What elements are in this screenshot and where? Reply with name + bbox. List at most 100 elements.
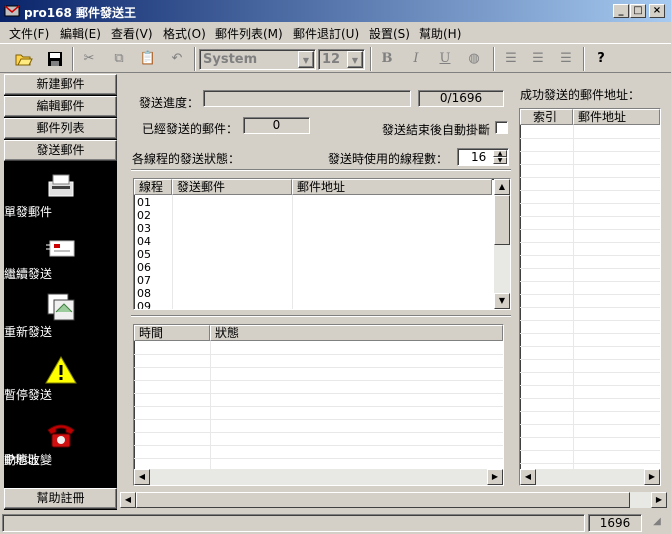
auto-hangup-label: 發送結束後自動掛斷 [382, 123, 491, 137]
log-list[interactable]: 時間 狀態 ◀ ▶ [133, 324, 504, 486]
thread-list-scrollbar[interactable]: ▲ ▼ [494, 179, 510, 309]
undo-icon[interactable]: ↶ [166, 48, 188, 70]
continue-send-item[interactable]: 繼續發送 [4, 234, 117, 281]
open-folder-icon[interactable] [13, 48, 35, 70]
paste-icon[interactable]: 📋 [137, 48, 159, 70]
success-list-hscrollbar[interactable]: ◀ ▶ [520, 469, 660, 485]
table-row[interactable]: 01 [137, 196, 151, 209]
copy-icon[interactable]: ⧉ [108, 48, 130, 70]
success-title: 成功發送的郵件地址： [520, 88, 641, 102]
resize-grip-icon[interactable]: ◢ [645, 514, 669, 532]
status-col-header[interactable]: 狀態 [210, 325, 503, 341]
menu-help[interactable]: 幫助(H) [419, 25, 461, 42]
help-register-button[interactable]: 幫助註冊 [4, 488, 117, 509]
success-list[interactable]: 索引 郵件地址 ◀ ▶ [519, 108, 661, 486]
thread-list[interactable]: 線程 發送郵件 郵件地址 01 02 03 04 05 06 07 08 09 … [133, 178, 511, 310]
table-row[interactable]: 03 [137, 222, 151, 235]
scroll-thumb[interactable] [136, 492, 630, 508]
bold-button[interactable]: B [376, 48, 398, 70]
color-palette-icon[interactable]: ◍ [463, 48, 485, 70]
italic-button[interactable]: I [405, 48, 427, 70]
title-bar: pro168 郵件發送王 _ □ × [0, 0, 671, 22]
index-col-header[interactable]: 索引 [520, 109, 573, 125]
thread-count-label: 發送時使用的線程數： [328, 152, 449, 166]
table-row[interactable]: 08 [137, 287, 151, 300]
table-row[interactable]: 07 [137, 274, 151, 287]
status-bar: 1696 ◢ [0, 512, 671, 534]
log-list-hscrollbar[interactable]: ◀ ▶ [134, 469, 503, 485]
envelope-stack-icon [45, 240, 74, 257]
close-button[interactable]: × [649, 4, 665, 18]
progress-bar [203, 90, 411, 107]
help-button[interactable]: ? [590, 48, 612, 70]
sent-count-value: 0 [243, 117, 310, 134]
thread-status-label: 各線程的發送狀態： [132, 152, 241, 166]
menu-unsubscribe[interactable]: 郵件退訂(U) [293, 25, 359, 42]
chevron-down-icon[interactable]: ▼ [347, 51, 363, 68]
scroll-thumb[interactable] [494, 195, 510, 245]
status-panel-main [2, 514, 585, 532]
align-center-icon[interactable]: ☰ [527, 48, 549, 70]
stepper-up-icon[interactable]: ▲ [493, 150, 507, 157]
documents-icon [47, 293, 74, 321]
menu-view[interactable]: 查看(V) [111, 25, 153, 42]
app-icon [4, 5, 20, 17]
send-mail-button[interactable]: 發送郵件 [4, 140, 117, 161]
progress-label: 發送進度： [139, 96, 200, 110]
table-row[interactable]: 02 [137, 209, 151, 222]
scroll-down-icon[interactable]: ▼ [494, 293, 510, 309]
window-title: pro168 郵件發送王 [24, 6, 136, 20]
underline-button[interactable]: U [434, 48, 456, 70]
menu-mail-list[interactable]: 郵件列表(M) [215, 25, 283, 42]
thread-count-stepper[interactable]: 16 ▲ ▼ [457, 148, 509, 166]
scroll-left-icon[interactable]: ◀ [134, 469, 150, 485]
warning-icon [44, 355, 77, 384]
success-address-col-header[interactable]: 郵件地址 [573, 109, 660, 125]
minimize-button[interactable]: _ [613, 4, 629, 18]
send-mail-col-header[interactable]: 發送郵件 [172, 179, 292, 195]
time-col-header[interactable]: 時間 [134, 325, 210, 341]
align-right-icon[interactable]: ☰ [555, 48, 577, 70]
scroll-left-icon[interactable]: ◀ [120, 492, 136, 508]
scroll-right-icon[interactable]: ▶ [644, 469, 660, 485]
address-col-header[interactable]: 郵件地址 [292, 179, 492, 195]
menu-file[interactable]: 文件(F) [9, 25, 49, 42]
menu-settings[interactable]: 設置(S) [369, 25, 410, 42]
table-row[interactable]: 04 [137, 235, 151, 248]
scroll-left-icon[interactable]: ◀ [520, 469, 536, 485]
table-row[interactable]: 06 [137, 261, 151, 274]
align-left-icon[interactable]: ☰ [500, 48, 522, 70]
scroll-right-icon[interactable]: ▶ [651, 492, 667, 508]
stepper-down-icon[interactable]: ▼ [493, 157, 507, 164]
main-hscrollbar[interactable]: ◀ ▶ [120, 492, 667, 508]
save-icon[interactable] [44, 48, 66, 70]
edit-mail-button[interactable]: 編輯郵件 [4, 96, 117, 117]
status-count: 1696 [588, 514, 642, 532]
single-send-item[interactable]: 單發郵件 [4, 172, 117, 219]
fax-machine-icon [48, 174, 73, 197]
table-row[interactable]: 05 [137, 248, 151, 261]
menu-format[interactable]: 格式(O) [163, 25, 206, 42]
font-size-select[interactable]: 12 ▼ [318, 49, 365, 70]
mail-list-button[interactable]: 郵件列表 [4, 118, 117, 139]
cut-icon[interactable]: ✂ [78, 48, 100, 70]
menu-edit[interactable]: 編輯(E) [60, 25, 101, 42]
auto-hangup-checkbox[interactable] [495, 121, 508, 134]
scroll-up-icon[interactable]: ▲ [494, 179, 510, 195]
menu-bar: 文件(F) 編輯(E) 查看(V) 格式(O) 郵件列表(M) 郵件退訂(U) … [0, 22, 671, 42]
left-nav: 新建郵件 編輯郵件 郵件列表 發送郵件 單發郵件 繼續發送 重新發送 暫停發送 … [4, 74, 117, 510]
progress-count: 0/1696 [418, 90, 504, 107]
pause-send-item[interactable]: 暫停發送 [4, 355, 117, 402]
thread-col-header[interactable]: 線程 [134, 179, 172, 195]
new-mail-button[interactable]: 新建郵件 [4, 74, 117, 95]
telephone-icon [46, 424, 75, 448]
toolbar: ✂ ⧉ 📋 ↶ System ▼ 12 ▼ B I U ◍ ☰ ☰ ☰ ? [0, 43, 671, 73]
ip-change-item[interactable]: IP地址 動態改變 [4, 420, 117, 467]
table-row[interactable]: 09 [137, 300, 151, 309]
maximize-button[interactable]: □ [630, 4, 646, 18]
main-panel: 發送進度： 0/1696 已經發送的郵件： 0 發送結束後自動掛斷 各線程的發送… [120, 74, 667, 510]
chevron-down-icon[interactable]: ▼ [298, 51, 314, 68]
font-name-select[interactable]: System ▼ [199, 49, 316, 70]
resend-item[interactable]: 重新發送 [4, 292, 117, 339]
scroll-right-icon[interactable]: ▶ [487, 469, 503, 485]
